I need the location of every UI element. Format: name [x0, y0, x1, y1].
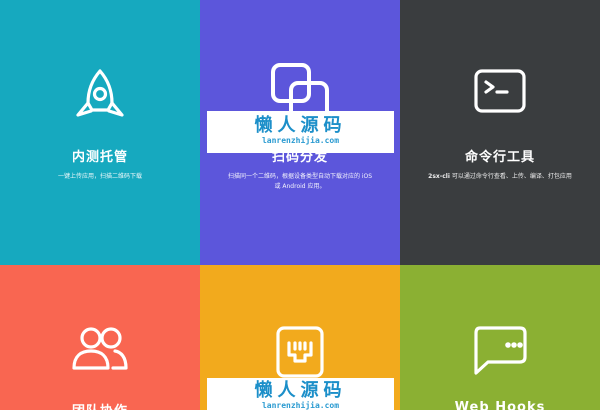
feature-description-text: 可以通过命令行查看、上传、编译、打包应用: [449, 173, 572, 180]
feature-title: 扫码分发: [271, 150, 328, 165]
feature-title: 团队协作: [0, 400, 200, 410]
feature-tile-open-api[interactable]: 开放接口: [200, 265, 400, 410]
feature-description: 扫描同一个二维码，根据设备类型自动下载对应的 iOS 或 Android 应用。: [212, 172, 388, 192]
feature-title: 开放接口: [200, 400, 400, 410]
feature-description-line: 扫描同一个二维码，根据设备类型自动下载对应的 iOS: [227, 173, 373, 180]
terminal-icon: [473, 68, 527, 118]
feature-grid: 内测托管 一键上传应用，扫描二维码下载 扫码分发 扫描同一个二维码，根据设备类型…: [0, 0, 600, 410]
network-port-icon: [275, 325, 325, 383]
users-icon: [71, 325, 129, 375]
feature-tile-web-hooks[interactable]: Web Hooks: [400, 265, 600, 410]
feature-description-line: 或 Android 应用。: [274, 183, 326, 190]
feature-tile-cli[interactable]: 命令行工具 2sx-cli 可以通过命令行查看、上传、编译、打包应用: [400, 0, 600, 265]
command-name: 2sx-cli: [428, 173, 450, 180]
feature-description: 2sx-cli 可以通过命令行查看、上传、编译、打包应用: [412, 172, 588, 182]
feature-title: Web Hooks: [454, 400, 546, 410]
feature-tile-team[interactable]: 团队协作: [0, 265, 200, 410]
feature-title: 内测托管: [71, 150, 128, 165]
feature-tile-beta-hosting[interactable]: 内测托管 一键上传应用，扫描二维码下载: [0, 0, 200, 265]
qr-link-icon: [270, 62, 330, 128]
rocket-icon: [73, 68, 127, 126]
message-icon: [472, 325, 528, 381]
feature-title: 命令行工具: [464, 150, 535, 165]
feature-tile-qr-distribution[interactable]: 扫码分发 扫描同一个二维码，根据设备类型自动下载对应的 iOS 或 Androi…: [200, 0, 400, 265]
feature-description: 一键上传应用，扫描二维码下载: [57, 173, 142, 180]
